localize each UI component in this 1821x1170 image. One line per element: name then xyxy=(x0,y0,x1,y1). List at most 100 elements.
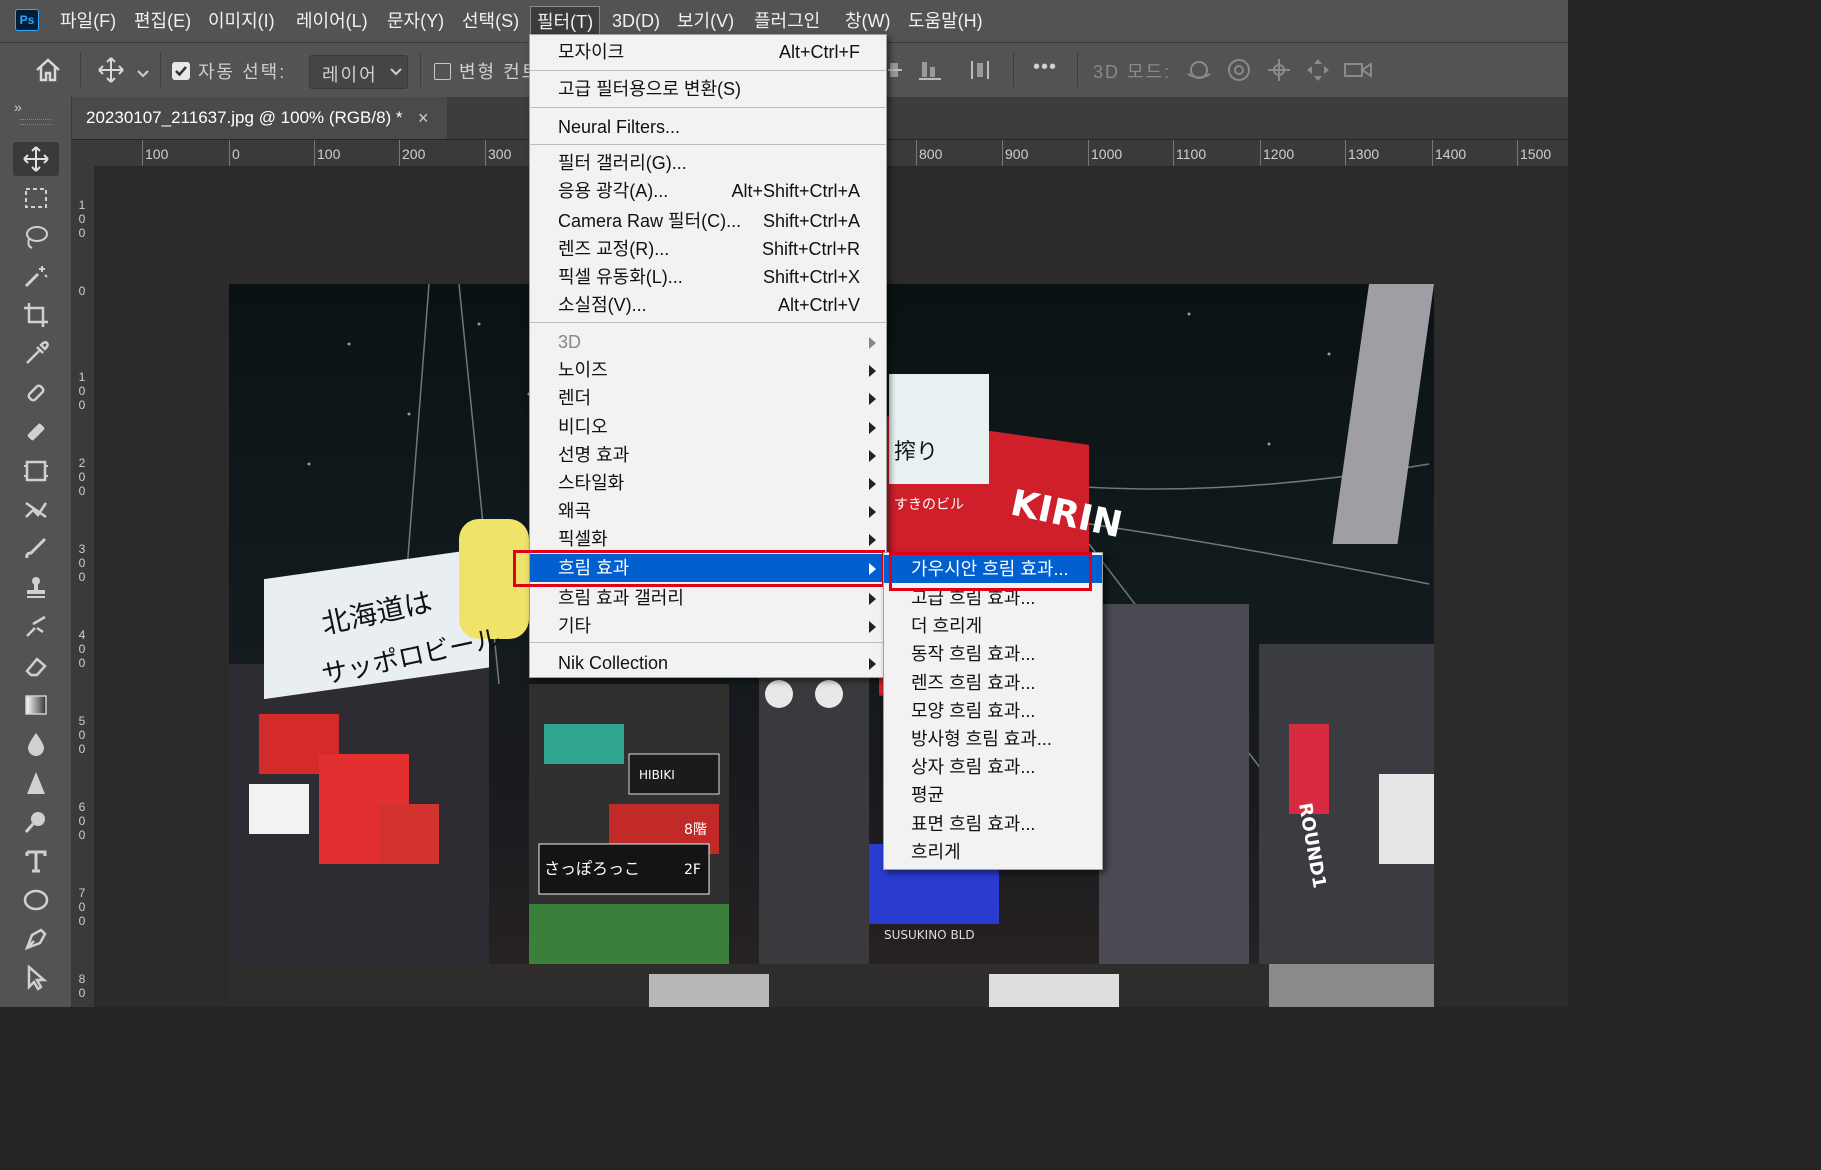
menu-item-vanishing-point[interactable]: 소실점(V)... Alt+Ctrl+V xyxy=(530,291,886,319)
ruler-label: 0 xyxy=(78,284,86,298)
menu-layer[interactable]: 레이어(L) xyxy=(296,0,368,42)
menu-item-shortcut: Alt+Shift+Ctrl+A xyxy=(731,181,860,201)
transform-controls-checkbox[interactable] xyxy=(434,63,451,80)
highlight-annotation-box xyxy=(513,550,885,587)
stamp-tool-icon[interactable] xyxy=(13,454,59,488)
menu-item-distort[interactable]: 왜곡 xyxy=(530,497,886,525)
menu-item-liquify[interactable]: 픽셀 유동화(L)... Shift+Ctrl+X xyxy=(530,263,886,291)
submenu-item-label: 표면 흐림 효과... xyxy=(911,814,1036,834)
brush-tool-icon[interactable] xyxy=(13,415,59,449)
divider xyxy=(80,53,81,87)
submenu-item-lens-blur[interactable]: 렌즈 흐림 효과... xyxy=(884,669,1102,697)
submenu-arrow-icon xyxy=(869,593,876,605)
menu-item-pixelate[interactable]: 픽셀화 xyxy=(530,525,886,553)
menu-select[interactable]: 선택(S) xyxy=(462,0,519,42)
menu-item-neural-filters[interactable]: Neural Filters... xyxy=(530,113,886,141)
menu-item-adaptive-wide-angle[interactable]: 응용 광각(A)... Alt+Shift+Ctrl+A xyxy=(530,177,886,205)
document-tab[interactable]: 20230107_211637.jpg @ 100% (RGB/8) * × xyxy=(72,97,447,139)
submenu-item-surface-blur[interactable]: 표면 흐림 효과... xyxy=(884,810,1102,838)
sharpen-tool-icon[interactable] xyxy=(13,766,59,800)
magic-wand-tool-icon[interactable] xyxy=(13,259,59,293)
submenu-item-blur-more[interactable]: 더 흐리게 xyxy=(884,612,1102,640)
gradient-tool-icon[interactable] xyxy=(13,688,59,722)
auto-select-label: 자동 선택: xyxy=(198,62,287,82)
more-options-icon[interactable]: ••• xyxy=(1033,56,1057,79)
submenu-arrow-icon xyxy=(869,365,876,377)
submenu-item-average[interactable]: 평균 xyxy=(884,781,1102,809)
auto-select-checkbox[interactable] xyxy=(172,62,190,80)
dropdown-value: 레이어 xyxy=(322,65,378,85)
move-tool-icon[interactable] xyxy=(13,142,59,176)
lasso-tool-icon[interactable] xyxy=(13,220,59,254)
menu-item-blur-gallery[interactable]: 흐림 효과 갤러리 xyxy=(530,584,886,612)
menu-item-nik-collection[interactable]: Nik Collection xyxy=(530,649,886,677)
history-brush-tool-icon[interactable] xyxy=(13,493,59,527)
menu-item-mosaic[interactable]: 모자이크 Alt+Ctrl+F xyxy=(530,38,886,66)
clone-stamp-icon[interactable] xyxy=(13,571,59,605)
submenu-arrow-icon xyxy=(869,621,876,633)
3d-orbit-icon[interactable] xyxy=(1185,57,1213,88)
menu-type[interactable]: 문자(Y) xyxy=(387,0,444,42)
submenu-item-shape-blur[interactable]: 모양 흐림 효과... xyxy=(884,697,1102,725)
align-vertical-center-icon[interactable] xyxy=(888,59,902,86)
crop-tool-icon[interactable] xyxy=(13,298,59,332)
blur-tool-icon[interactable] xyxy=(13,727,59,761)
distribute-icon[interactable] xyxy=(969,59,991,86)
healing-brush-tool-icon[interactable] xyxy=(13,376,59,410)
menu-file[interactable]: 파일(F) xyxy=(60,0,116,42)
move-tool-icon[interactable] xyxy=(98,57,124,88)
submenu-item-label: 더 흐리게 xyxy=(911,616,983,636)
menu-item-3d[interactable]: 3D xyxy=(530,328,886,356)
ruler-label: 1400 xyxy=(1435,146,1467,162)
3d-camera-icon[interactable] xyxy=(1343,59,1373,86)
collapse-panel-icon[interactable]: » xyxy=(14,99,22,115)
divider xyxy=(160,53,161,87)
menu-separator xyxy=(530,107,886,108)
pen-tool-icon[interactable] xyxy=(13,922,59,956)
menu-image[interactable]: 이미지(I) xyxy=(208,0,275,42)
3d-pan-icon[interactable] xyxy=(1266,57,1292,88)
menu-item-label: Neural Filters... xyxy=(558,117,681,137)
submenu-item-blur[interactable]: 흐리게 xyxy=(884,838,1102,866)
submenu-item-box-blur[interactable]: 상자 흐림 효과... xyxy=(884,753,1102,781)
menu-item-camera-raw[interactable]: Camera Raw 필터(C)... Shift+Ctrl+A xyxy=(530,207,886,235)
eyedropper-tool-icon[interactable] xyxy=(13,337,59,371)
menu-item-label: 소실점(V)... xyxy=(558,295,647,315)
submenu-item-motion-blur[interactable]: 동작 흐림 효과... xyxy=(884,640,1102,668)
menu-item-render[interactable]: 렌더 xyxy=(530,384,886,412)
eraser-tool-icon[interactable] xyxy=(13,649,59,683)
3d-roll-icon[interactable] xyxy=(1226,57,1252,88)
3d-slide-icon[interactable] xyxy=(1305,57,1331,88)
ellipse-tool-icon[interactable] xyxy=(13,883,59,917)
menu-item-noise[interactable]: 노이즈 xyxy=(530,356,886,384)
submenu-item-label: 평균 xyxy=(911,785,945,805)
menu-separator xyxy=(530,70,886,71)
menu-help[interactable]: 도움말(H) xyxy=(908,0,983,42)
menu-item-video[interactable]: 비디오 xyxy=(530,413,886,441)
vertical-ruler[interactable]: 100 0 100 200 300 400 500 600 700 80 xyxy=(72,166,95,1007)
menu-item-other[interactable]: 기타 xyxy=(530,612,886,640)
close-icon[interactable]: × xyxy=(418,97,429,139)
auto-select-dropdown[interactable]: 레이어 xyxy=(309,55,408,89)
menu-edit[interactable]: 편집(E) xyxy=(134,0,191,42)
submenu-item-radial-blur[interactable]: 방사형 흐림 효과... xyxy=(884,725,1102,753)
path-selection-tool-icon[interactable] xyxy=(13,961,59,995)
paint-brush-icon[interactable] xyxy=(13,532,59,566)
type-tool-icon[interactable] xyxy=(13,844,59,878)
menu-item-convert-smart-filters[interactable]: 고급 필터용으로 변환(S) xyxy=(530,75,886,103)
marquee-tool-icon[interactable] xyxy=(13,181,59,215)
art-history-brush-icon[interactable] xyxy=(13,610,59,644)
chevron-down-icon[interactable] xyxy=(137,65,149,83)
menu-item-stylize[interactable]: 스타일화 xyxy=(530,469,886,497)
menu-item-sharpen[interactable]: 선명 효과 xyxy=(530,441,886,469)
menu-filter[interactable]: 필터(T) xyxy=(530,6,601,36)
ruler-label: 300 xyxy=(78,542,86,584)
panel-grip-icon[interactable] xyxy=(20,119,52,125)
submenu-arrow-icon xyxy=(869,450,876,462)
align-bottom-icon[interactable] xyxy=(919,59,941,86)
menu-item-lens-correction[interactable]: 렌즈 교정(R)... Shift+Ctrl+R xyxy=(530,235,886,263)
home-icon[interactable] xyxy=(34,57,62,88)
sign-text: さっぽろっこ xyxy=(544,859,640,878)
dodge-tool-icon[interactable] xyxy=(13,805,59,839)
menu-item-filter-gallery[interactable]: 필터 갤러리(G)... xyxy=(530,149,886,177)
